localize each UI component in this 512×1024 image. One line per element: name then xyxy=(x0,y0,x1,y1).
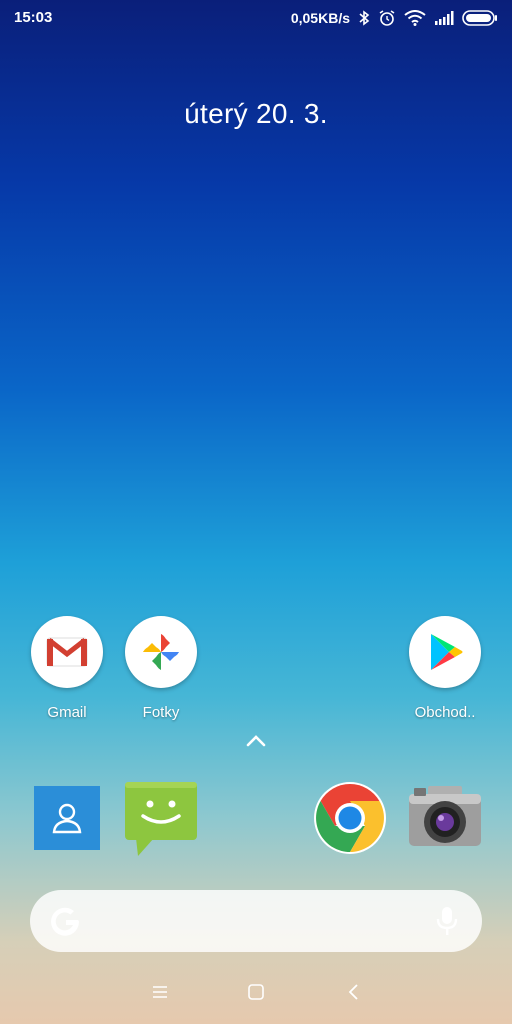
photos-pinwheel-icon xyxy=(125,616,197,688)
app-gmail[interactable]: Gmail xyxy=(17,616,117,721)
app-label: Gmail xyxy=(47,704,87,721)
menu-icon[interactable] xyxy=(146,978,174,1006)
gmail-icon xyxy=(31,616,103,688)
microphone-icon[interactable] xyxy=(436,906,458,941)
camera-icon xyxy=(409,786,481,846)
play-store-icon xyxy=(409,616,481,688)
status-time: 15:03 xyxy=(14,9,53,26)
dock-camera[interactable] xyxy=(406,782,484,854)
wifi-icon xyxy=(404,10,426,26)
date-widget[interactable]: úterý 20. 3. xyxy=(0,98,512,130)
app-play-store[interactable]: Obchod.. xyxy=(395,616,495,721)
messaging-icon xyxy=(125,782,197,856)
dock-messaging[interactable] xyxy=(122,780,200,858)
app-photos[interactable]: Fotky xyxy=(111,616,211,721)
contacts-icon xyxy=(52,803,82,834)
google-g-icon[interactable] xyxy=(48,904,84,945)
chrome-icon xyxy=(314,782,386,854)
alarm-icon xyxy=(378,9,396,27)
google-search-bar[interactable] xyxy=(30,890,482,952)
status-icons: 0,05KB/s xyxy=(291,7,498,29)
chevron-up-icon xyxy=(246,735,266,747)
dock-contacts[interactable] xyxy=(34,786,100,850)
network-speed: 0,05KB/s xyxy=(290,10,350,26)
back-icon[interactable] xyxy=(340,978,368,1006)
navigation-bar xyxy=(0,970,512,1014)
signal-icon xyxy=(434,11,454,25)
app-drawer-handle[interactable] xyxy=(244,732,268,755)
battery-icon xyxy=(462,10,498,26)
app-label: Obchod.. xyxy=(414,704,476,721)
home-icon[interactable] xyxy=(242,978,270,1006)
dock-chrome[interactable] xyxy=(312,780,388,856)
app-label: Fotky xyxy=(142,704,180,721)
status-bar: 15:03 0,05KB/s xyxy=(0,0,512,36)
bluetooth-icon xyxy=(358,10,370,26)
